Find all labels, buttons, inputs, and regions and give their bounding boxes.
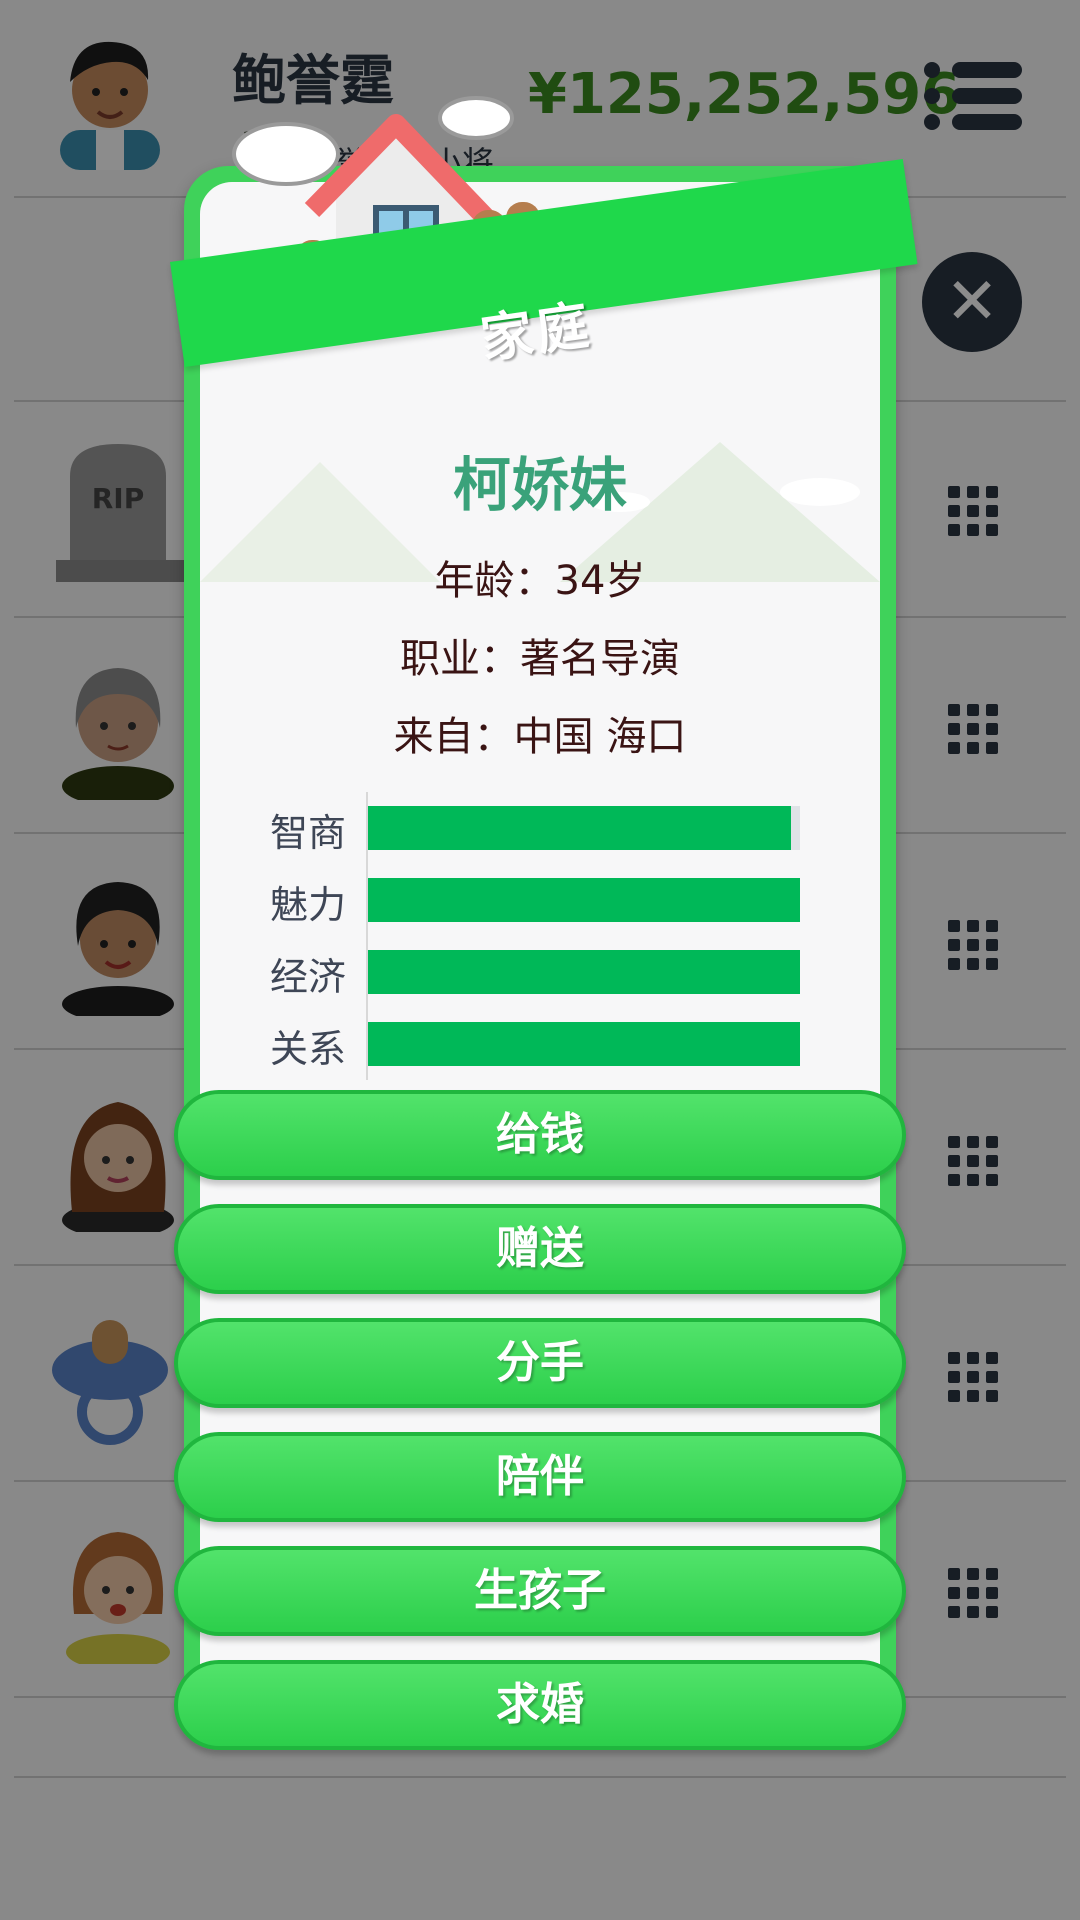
job-value: 著名导演 <box>520 636 680 682</box>
gift-button[interactable]: 赠送 <box>174 1204 906 1294</box>
from-value: 中国 海口 <box>513 714 687 760</box>
stat-fill-0 <box>368 806 792 850</box>
stat-label-economy: 经济 <box>270 955 347 999</box>
age-value: 34岁 <box>554 558 646 604</box>
accompany-button[interactable]: 陪伴 <box>174 1432 906 1522</box>
stat-fill-2 <box>368 950 800 994</box>
stat-bar-charm <box>368 878 800 922</box>
stat-label-relationship: 关系 <box>270 1027 347 1071</box>
stat-label-charm: 魅力 <box>270 883 347 927</box>
partner-origin: 来自：中国 海口 <box>184 704 896 762</box>
age-label: 年龄： <box>434 558 555 604</box>
propose-button[interactable]: 求婚 <box>174 1660 906 1750</box>
break-up-button[interactable]: 分手 <box>174 1318 906 1408</box>
stat-bar-economy <box>368 950 800 994</box>
modal-title: 家庭 <box>477 295 597 371</box>
partner-job: 职业：著名导演 <box>184 626 896 684</box>
stat-fill-1 <box>368 878 800 922</box>
have-child-button[interactable]: 生孩子 <box>174 1546 906 1636</box>
job-label: 职业： <box>400 636 520 682</box>
stat-bar-intelligence <box>368 806 800 850</box>
stat-bar-relationship <box>368 1022 800 1066</box>
stat-label-intelligence: 智商 <box>270 811 347 855</box>
stat-fill-3 <box>368 1022 800 1066</box>
give-money-button[interactable]: 给钱 <box>174 1090 906 1180</box>
partner-name: 柯娇妹 <box>452 451 627 519</box>
from-label: 来自： <box>393 714 514 760</box>
partner-age: 年龄：34岁 <box>184 548 896 606</box>
